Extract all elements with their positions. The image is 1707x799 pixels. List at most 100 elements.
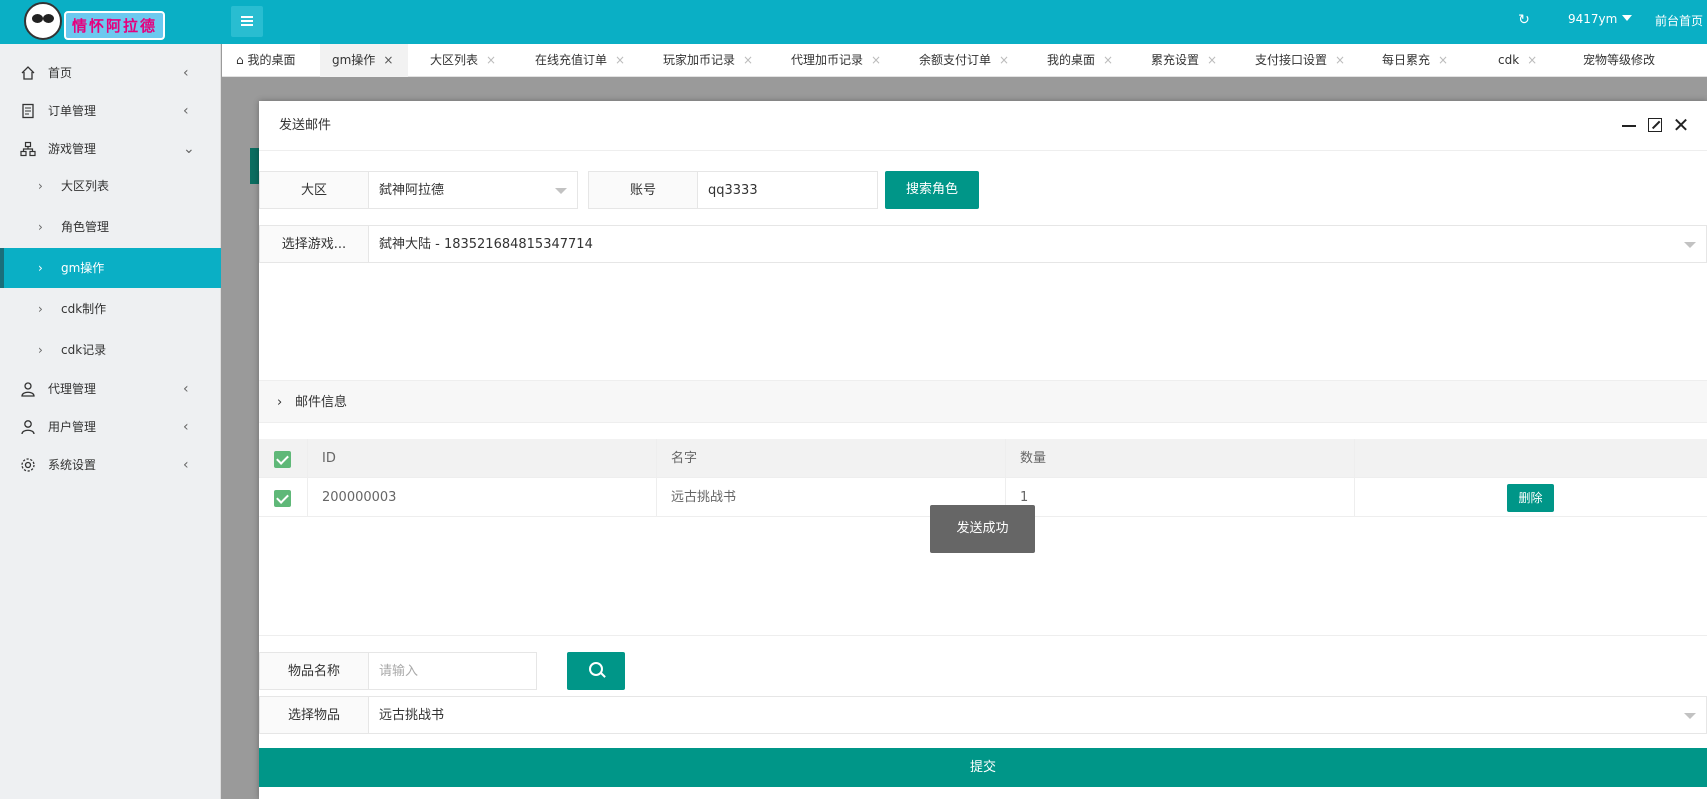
sidebar-item-users[interactable]: 用户管理 ‹ xyxy=(0,408,221,446)
sidebar-subitem-role-management[interactable]: › 角色管理 xyxy=(0,207,221,247)
tab-gm-operation[interactable]: gm操作 × xyxy=(320,44,408,77)
region-label: 大区 xyxy=(259,171,369,209)
game-role-select[interactable]: 弑神大陆 - 183521684815347714 xyxy=(368,225,1707,263)
agent-icon xyxy=(21,382,35,397)
order-icon xyxy=(22,103,34,119)
close-icon[interactable]: × xyxy=(1207,53,1217,67)
cell-quantity: 1 xyxy=(1006,478,1355,517)
header-name: 名字 xyxy=(657,439,1006,478)
chevron-left-icon: ‹ xyxy=(183,65,189,81)
select-item-dropdown[interactable]: 远古挑战书 xyxy=(368,696,1707,734)
close-icon[interactable]: × xyxy=(486,53,496,67)
chevron-right-icon: › xyxy=(38,343,43,357)
tab-my-desktop[interactable]: 我的桌面 × xyxy=(1047,44,1113,77)
home-icon: ⌂ xyxy=(236,53,244,67)
game-role-label: 选择游戏... xyxy=(259,225,369,263)
sidebar-item-home[interactable]: 首页 ‹ xyxy=(0,54,221,92)
logo-text: 情怀阿拉德 xyxy=(64,11,166,40)
header-quantity: 数量 xyxy=(1006,439,1355,478)
chevron-right-icon: › xyxy=(38,302,43,316)
tab-cumulative-recharge-settings[interactable]: 累充设置 × xyxy=(1151,44,1217,77)
modal-title: 发送邮件 xyxy=(259,101,1707,151)
gear-icon xyxy=(21,458,35,472)
tab-agent-coin-records[interactable]: 代理加币记录 × xyxy=(791,44,881,77)
minimize-icon[interactable] xyxy=(1622,125,1636,127)
account-input[interactable]: qq3333 xyxy=(697,171,878,209)
sidebar-item-game-management[interactable]: 游戏管理 ⌄ xyxy=(0,130,221,168)
region-select[interactable]: 弑神阿拉德 xyxy=(368,171,578,209)
select-item-label: 选择物品 xyxy=(259,696,369,734)
send-mail-modal: 发送邮件 ✕ 大区 弑神阿拉德 账号 qq3333 搜索角色 选择游戏... 弑… xyxy=(259,101,1707,799)
tab-region-list[interactable]: 大区列表 × xyxy=(430,44,496,77)
close-icon[interactable]: × xyxy=(383,53,393,67)
table-header-row: ID 名字 数量 xyxy=(259,439,1707,478)
user-menu[interactable]: 9417ym xyxy=(1568,12,1633,26)
caret-down-icon xyxy=(1684,242,1696,248)
search-icon xyxy=(589,662,603,676)
sidebar-subitem-cdk-records[interactable]: › cdk记录 xyxy=(0,330,221,370)
select-all-checkbox[interactable] xyxy=(274,451,291,468)
user-name: 9417ym xyxy=(1568,12,1618,26)
close-icon[interactable]: × xyxy=(1527,53,1537,67)
chevron-right-icon: › xyxy=(38,220,43,234)
game-role-value: 弑神大陆 - 183521684815347714 xyxy=(379,237,593,252)
menu-toggle-button[interactable] xyxy=(231,6,263,37)
item-search-button[interactable] xyxy=(567,652,625,690)
tab-balance-payment-orders[interactable]: 余额支付订单 × xyxy=(919,44,1009,77)
cell-id: 200000003 xyxy=(308,478,657,517)
chevron-left-icon: ‹ xyxy=(183,103,189,119)
header-checkbox-cell xyxy=(259,439,308,478)
item-name-label: 物品名称 xyxy=(259,652,369,690)
tab-player-coin-records[interactable]: 玩家加币记录 × xyxy=(663,44,753,77)
tab-my-desktop-home[interactable]: ⌂ 我的桌面 xyxy=(236,44,295,77)
sidebar-item-settings[interactable]: 系统设置 ‹ xyxy=(0,446,221,484)
mail-info-collapse[interactable]: › 邮件信息 xyxy=(259,380,1707,423)
tab-bar: ⌂ 我的桌面 gm操作 × 大区列表 × 在线充值订单 × 玩家加币记录 × 代理加币记… xyxy=(222,44,1707,77)
chevron-down-icon: ⌄ xyxy=(183,141,195,157)
submit-button[interactable]: 提交 xyxy=(259,748,1707,787)
search-role-button[interactable]: 搜索角色 xyxy=(885,171,979,209)
front-page-link[interactable]: 前台首页 xyxy=(1655,12,1703,29)
select-item-value: 远古挑战书 xyxy=(379,708,445,723)
sidebar-item-orders[interactable]: 订单管理 ‹ xyxy=(0,92,221,130)
delete-button[interactable]: 删除 xyxy=(1507,484,1554,512)
chevron-right-icon: › xyxy=(277,395,283,410)
region-value: 弑神阿拉德 xyxy=(379,183,445,198)
chevron-left-icon: ‹ xyxy=(183,419,189,435)
hamburger-icon xyxy=(241,16,253,18)
close-icon[interactable]: × xyxy=(615,53,625,67)
tab-payment-interface-settings[interactable]: 支付接口设置 × xyxy=(1255,44,1345,77)
header-id: ID xyxy=(308,439,657,478)
row-checkbox[interactable] xyxy=(274,490,291,507)
divider xyxy=(259,635,1707,636)
close-icon[interactable]: × xyxy=(743,53,753,67)
tab-cdk[interactable]: cdk × xyxy=(1498,44,1537,77)
close-icon[interactable]: × xyxy=(1438,53,1448,67)
tab-online-recharge-orders[interactable]: 在线充值订单 × xyxy=(535,44,625,77)
refresh-icon[interactable]: ↻ xyxy=(1514,10,1534,30)
close-icon[interactable]: × xyxy=(1335,53,1345,67)
maximize-icon[interactable] xyxy=(1648,118,1662,132)
sidebar-subitem-region-list[interactable]: › 大区列表 xyxy=(0,166,221,206)
account-value: qq3333 xyxy=(708,183,758,198)
sidebar: 首页 ‹ 订单管理 ‹ 游戏管理 ⌄ › 大区列表 › 角色管理 › gm操作 … xyxy=(0,44,221,799)
logo[interactable]: 情怀阿拉德 xyxy=(24,2,174,40)
home-icon xyxy=(21,66,35,80)
item-name-input[interactable]: 请输入 xyxy=(368,652,537,690)
caret-down-icon xyxy=(1622,15,1633,21)
chevron-right-icon: › xyxy=(38,179,43,193)
tab-daily-cumulative-recharge[interactable]: 每日累充 × xyxy=(1382,44,1448,77)
row-checkbox-cell xyxy=(259,478,308,517)
sidebar-subitem-cdk-create[interactable]: › cdk制作 xyxy=(0,289,221,329)
close-icon[interactable]: × xyxy=(1103,53,1113,67)
chevron-left-icon: ‹ xyxy=(183,381,189,397)
caret-down-icon xyxy=(555,188,567,194)
close-icon[interactable]: × xyxy=(999,53,1009,67)
sidebar-subitem-gm-operation[interactable]: › gm操作 xyxy=(0,248,221,288)
close-icon[interactable]: × xyxy=(871,53,881,67)
close-icon[interactable]: ✕ xyxy=(1671,113,1691,137)
sidebar-item-agents[interactable]: 代理管理 ‹ xyxy=(0,370,221,408)
tab-pet-level-edit[interactable]: 宠物等级修改 xyxy=(1583,44,1655,77)
mail-info-label: 邮件信息 xyxy=(295,395,348,410)
chevron-left-icon: ‹ xyxy=(183,457,189,473)
